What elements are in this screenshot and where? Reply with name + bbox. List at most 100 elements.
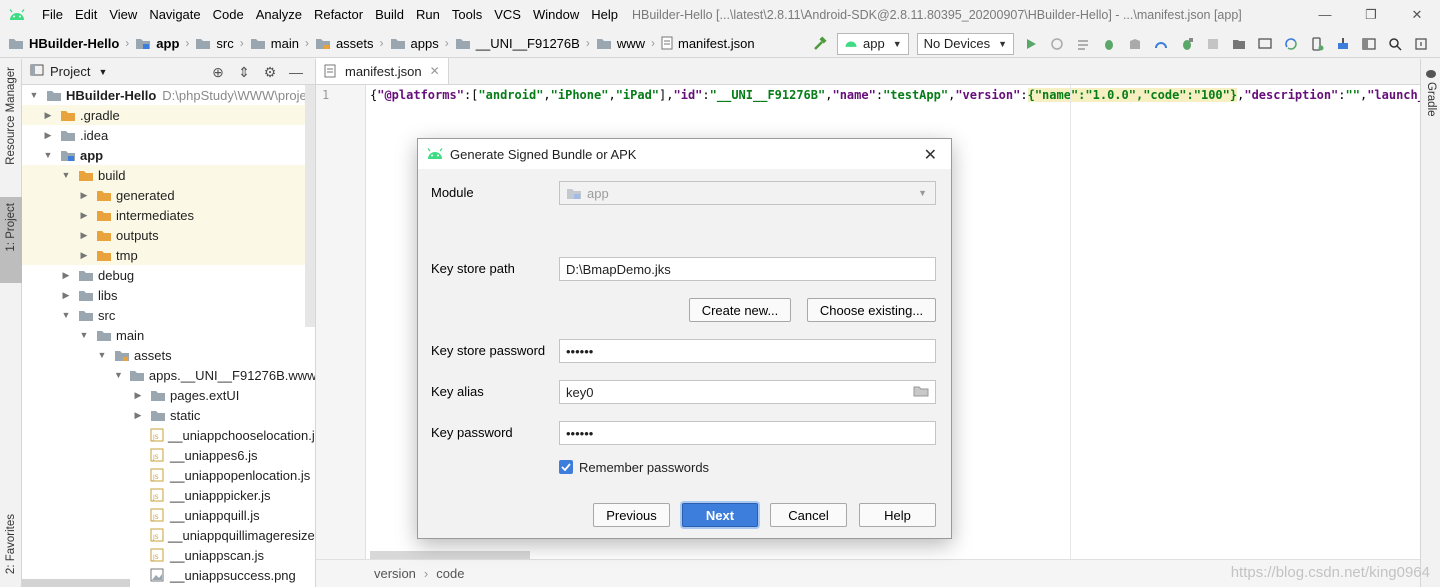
avd-manager-icon[interactable] xyxy=(1253,32,1277,56)
resource-manager-tab[interactable]: Resource Manager xyxy=(0,67,22,165)
chevron-right-icon[interactable]: ▶ xyxy=(78,210,90,221)
tree-row[interactable]: ▶ intermediates xyxy=(22,205,315,225)
layout-toggle-icon[interactable] xyxy=(1357,32,1381,56)
minimize-icon[interactable]: — xyxy=(1302,0,1348,29)
collapse-all-icon[interactable]: ⇕ xyxy=(231,64,257,81)
favorites-tab[interactable]: 2: Favorites xyxy=(0,514,22,574)
tree-row[interactable]: ▼ main xyxy=(22,325,315,345)
tree-row[interactable]: JS __uniappes6.js xyxy=(22,445,315,465)
gradle-tab[interactable]: Gradle xyxy=(1421,69,1440,117)
chevron-right-icon[interactable]: ▶ xyxy=(42,110,54,121)
menu-vcs[interactable]: VCS xyxy=(488,0,527,29)
chevron-down-icon[interactable]: ▼ xyxy=(114,370,123,380)
remember-passwords-checkbox[interactable] xyxy=(559,460,573,474)
menu-help[interactable]: Help xyxy=(585,0,624,29)
module-select[interactable]: app ▼ xyxy=(559,181,936,205)
restore-icon[interactable]: ❐ xyxy=(1348,0,1394,29)
next-button[interactable]: Next xyxy=(682,503,758,527)
project-horizontal-scrollbar[interactable] xyxy=(22,579,130,587)
tree-row[interactable]: ▼ apps.__UNI__F91276B.www xyxy=(22,365,315,385)
sync-gradle-icon[interactable] xyxy=(1279,32,1303,56)
menu-run[interactable]: Run xyxy=(410,0,446,29)
coverage-icon[interactable] xyxy=(1123,32,1147,56)
chevron-right-icon[interactable]: ▶ xyxy=(78,230,90,241)
chevron-down-icon[interactable]: ▼ xyxy=(60,310,72,320)
menu-build[interactable]: Build xyxy=(369,0,410,29)
tips-icon[interactable] xyxy=(1409,32,1433,56)
chevron-right-icon[interactable]: ▶ xyxy=(132,390,144,401)
menu-refactor[interactable]: Refactor xyxy=(308,0,369,29)
hide-panel-icon[interactable]: — xyxy=(283,64,309,80)
tab-manifest-json[interactable]: manifest.json ✕ xyxy=(316,58,449,84)
profile-icon[interactable] xyxy=(1149,32,1173,56)
sdk-manager-icon[interactable] xyxy=(1331,32,1355,56)
chevron-right-icon[interactable]: ▶ xyxy=(60,290,72,301)
menu-code[interactable]: Code xyxy=(207,0,250,29)
tree-row[interactable]: ▶ generated xyxy=(22,185,315,205)
tree-row[interactable]: ▼ assets xyxy=(22,345,315,365)
tree-row[interactable]: ▼ app xyxy=(22,145,315,165)
attach-debugger-icon[interactable] xyxy=(1175,32,1199,56)
search-icon[interactable] xyxy=(1383,32,1407,56)
create-new-button[interactable]: Create new... xyxy=(689,298,791,322)
menu-edit[interactable]: Edit xyxy=(69,0,103,29)
key-alias-input[interactable]: key0 xyxy=(559,380,936,404)
device-manager-icon[interactable] xyxy=(1305,32,1329,56)
chevron-right-icon[interactable]: ▶ xyxy=(78,250,90,261)
project-tab[interactable]: 1: Project xyxy=(0,197,22,283)
chevron-down-icon[interactable]: ▼ xyxy=(60,170,72,180)
breadcrumb-item[interactable]: www xyxy=(596,29,645,58)
menu-window[interactable]: Window xyxy=(527,0,585,29)
chevron-down-icon[interactable]: ▼ xyxy=(78,330,90,340)
project-view-select[interactable]: Project xyxy=(50,64,90,79)
menu-analyze[interactable]: Analyze xyxy=(250,0,308,29)
tree-row[interactable]: JS __uniappscan.js xyxy=(22,545,315,565)
remember-passwords-label[interactable]: Remember passwords xyxy=(579,460,709,475)
dropdown-caret-icon[interactable]: ▼ xyxy=(98,67,107,77)
run-config-select[interactable]: app ▼ xyxy=(836,32,909,55)
keystore-password-input[interactable]: •••••• xyxy=(559,339,936,363)
chevron-right-icon[interactable]: ▶ xyxy=(42,130,54,141)
chevron-right-icon[interactable]: ▶ xyxy=(78,190,90,201)
close-icon[interactable]: ✕ xyxy=(924,145,937,165)
menu-file[interactable]: File xyxy=(36,0,69,29)
tree-row[interactable]: JS __uniappquillimageresize.js xyxy=(22,525,315,545)
tree-row[interactable]: ▶ libs xyxy=(22,285,315,305)
chevron-down-icon[interactable]: ▼ xyxy=(96,350,108,360)
editor-breadcrumb-item[interactable]: code xyxy=(436,566,464,581)
breadcrumb-item[interactable]: HBuilder-Hello xyxy=(8,29,119,58)
previous-button[interactable]: Previous xyxy=(593,503,670,527)
breadcrumb-item[interactable]: src xyxy=(195,29,234,58)
key-password-input[interactable]: •••••• xyxy=(559,421,936,445)
breadcrumb-item[interactable]: __UNI__F91276B xyxy=(455,29,580,58)
gear-icon[interactable]: ⚙ xyxy=(257,64,283,81)
debug-icon[interactable] xyxy=(1097,32,1121,56)
run-icon[interactable] xyxy=(1019,32,1043,56)
close-window-icon[interactable]: ✕ xyxy=(1394,0,1440,29)
device-select[interactable]: No Devices ▼ xyxy=(916,32,1014,55)
chevron-right-icon[interactable]: ▶ xyxy=(60,270,72,281)
chevron-down-icon[interactable]: ▼ xyxy=(28,90,40,100)
tree-row[interactable]: ▼ src xyxy=(22,305,315,325)
tree-row[interactable]: ▶ tmp xyxy=(22,245,315,265)
menu-tools[interactable]: Tools xyxy=(446,0,488,29)
editor-horizontal-scrollbar[interactable] xyxy=(370,551,530,559)
project-scrollbar[interactable] xyxy=(305,85,315,327)
breadcrumb-item[interactable]: app xyxy=(135,29,179,58)
tree-row[interactable]: ▶ static xyxy=(22,405,315,425)
stop-icon[interactable] xyxy=(1201,32,1225,56)
choose-existing-button[interactable]: Choose existing... xyxy=(807,298,936,322)
cancel-button[interactable]: Cancel xyxy=(770,503,847,527)
chevron-right-icon[interactable]: ▶ xyxy=(132,410,144,421)
breadcrumb-item[interactable]: manifest.json xyxy=(661,29,755,58)
rerun-icon[interactable] xyxy=(1045,32,1069,56)
tree-row[interactable]: ▶ outputs xyxy=(22,225,315,245)
breadcrumb-item[interactable]: assets xyxy=(315,29,374,58)
chevron-down-icon[interactable]: ▼ xyxy=(42,150,54,160)
editor-breadcrumb-item[interactable]: version xyxy=(374,566,416,581)
code-line[interactable]: {"@platforms":["android","iPhone","iPad"… xyxy=(370,87,1420,103)
tree-row[interactable]: JS __uniappquill.js xyxy=(22,505,315,525)
tree-row[interactable]: JS __uniapppicker.js xyxy=(22,485,315,505)
close-tab-icon[interactable]: ✕ xyxy=(430,64,440,78)
menu-navigate[interactable]: Navigate xyxy=(143,0,206,29)
